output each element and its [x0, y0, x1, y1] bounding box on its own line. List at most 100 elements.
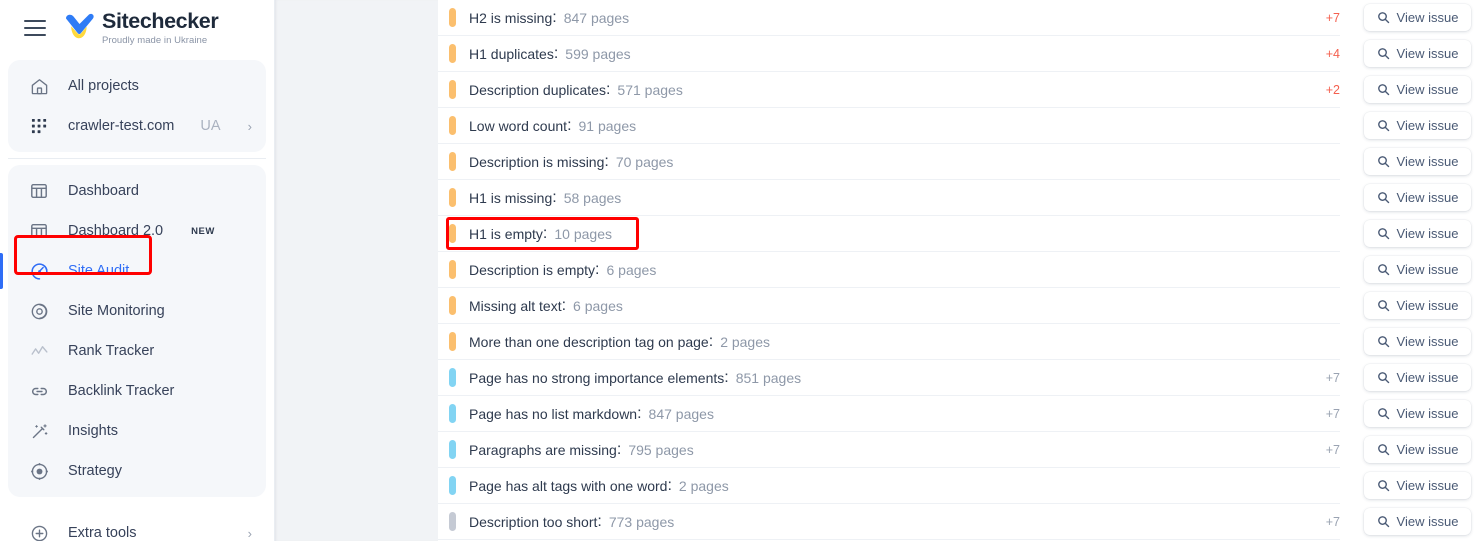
- view-issue-button[interactable]: View issue: [1363, 328, 1472, 355]
- magnifier-icon: [1377, 120, 1389, 132]
- table-row[interactable]: Description duplicates:571 pages +2 View i…: [438, 71, 1477, 108]
- issue-page-count: 2 pages: [678, 477, 729, 494]
- view-issue-cell: View issue: [1358, 287, 1477, 324]
- severity-indicator: [449, 296, 456, 315]
- sidebar-item-backlink-tracker[interactable]: Backlink Tracker: [8, 371, 266, 411]
- issue-title-colon: :: [724, 368, 729, 386]
- table-row[interactable]: Description too short:773 pages +7 View is…: [438, 503, 1477, 540]
- severity-indicator: [449, 332, 456, 351]
- table-row[interactable]: Paragraphs are missing:795 pages +7 View i…: [438, 431, 1477, 468]
- issue-delta-badge: +2: [1325, 82, 1340, 97]
- table-row[interactable]: H1 duplicates:599 pages +4 View issue: [438, 35, 1477, 72]
- hamburger-menu-icon[interactable]: [24, 20, 46, 36]
- new-badge: NEW: [191, 225, 215, 237]
- table-row[interactable]: Page has no strong importance elements:8…: [438, 359, 1477, 396]
- chevron-right-icon[interactable]: ›: [248, 527, 252, 540]
- table-row[interactable]: Description is empty:6 pages View issue: [438, 251, 1477, 288]
- magnifier-icon: [1377, 336, 1389, 348]
- view-issue-cell: View issue: [1358, 467, 1477, 504]
- view-issue-button[interactable]: View issue: [1363, 220, 1472, 247]
- view-issue-button[interactable]: View issue: [1363, 472, 1472, 499]
- sidebar-item-dashboard[interactable]: Dashboard: [8, 171, 266, 211]
- view-issue-button[interactable]: View issue: [1363, 256, 1472, 283]
- issue-title: Page has no strong importance elements: [469, 369, 725, 386]
- sidebar-item-label: Site Monitoring: [68, 303, 165, 319]
- chevron-right-icon[interactable]: ›: [248, 120, 252, 133]
- issues-list: H2 is missing:847 pages +7 View issue H1 du…: [438, 0, 1477, 540]
- table-row[interactable]: Page has alt tags with one word:2 pages V…: [438, 467, 1477, 504]
- issue-title: Page has alt tags with one word: [469, 477, 668, 494]
- view-issue-cell: View issue: [1358, 431, 1477, 468]
- main-content: H2 is missing:847 pages +7 View issue H1 du…: [438, 0, 1477, 541]
- view-issue-cell: View issue: [1358, 215, 1477, 252]
- sidebar-item-site-audit[interactable]: Site Audit: [0, 251, 266, 291]
- view-issue-label: View issue: [1396, 226, 1459, 241]
- issue-delta-badge: +7: [1325, 514, 1340, 529]
- severity-indicator: [449, 368, 456, 387]
- magnifier-icon: [1377, 372, 1389, 384]
- severity-indicator: [449, 8, 456, 27]
- table-row[interactable]: H1 is empty:10 pages View issue: [438, 215, 1477, 252]
- table-row[interactable]: H1 is missing:58 pages View issue: [438, 179, 1477, 216]
- view-issue-button[interactable]: View issue: [1363, 112, 1472, 139]
- issue-title-colon: :: [616, 440, 622, 458]
- sidebar-item-label: Backlink Tracker: [68, 383, 175, 399]
- issue-page-count: 847 pages: [648, 405, 714, 422]
- sidebar-item-site-monitoring[interactable]: Site Monitoring: [8, 291, 266, 331]
- table-row[interactable]: Page has no list markdown:847 pages +7 Vie…: [438, 395, 1477, 432]
- view-issue-cell: View issue: [1358, 71, 1477, 108]
- sidebar-item-insights[interactable]: Insights: [8, 411, 266, 451]
- brand-logo[interactable]: Sitechecker Proudly made in Ukraine: [64, 10, 219, 46]
- issue-page-count: 91 pages: [578, 117, 637, 134]
- view-issue-cell: View issue: [1358, 35, 1477, 72]
- table-row[interactable]: Description is missing:70 pages View issu…: [438, 143, 1477, 180]
- sidebar-item-label: Insights: [68, 423, 118, 439]
- table-row[interactable]: H2 is missing:847 pages +7 View issue: [438, 0, 1477, 36]
- issue-page-count: 6 pages: [573, 297, 623, 314]
- issue-delta-badge: +7: [1325, 10, 1340, 25]
- magnifier-icon: [1377, 300, 1389, 312]
- view-issue-button[interactable]: View issue: [1363, 400, 1472, 427]
- sidebar-item-label: Rank Tracker: [68, 343, 155, 359]
- table-row[interactable]: Low word count:91 pages View issue: [438, 107, 1477, 144]
- view-issue-button[interactable]: View issue: [1363, 364, 1472, 391]
- view-issue-button[interactable]: View issue: [1363, 436, 1472, 463]
- issue-page-count: 773 pages: [608, 513, 675, 530]
- sidebar-item-label: Strategy: [68, 463, 122, 479]
- sidebar-item-dashboard-2[interactable]: Dashboard 2.0 NEW: [8, 211, 266, 251]
- sidebar-item-rank-tracker[interactable]: Rank Tracker: [8, 331, 266, 371]
- view-issue-button[interactable]: View issue: [1363, 184, 1472, 211]
- issue-page-count: 70 pages: [615, 153, 674, 170]
- view-issue-label: View issue: [1396, 298, 1459, 313]
- sidebar-header: Sitechecker Proudly made in Ukraine: [0, 0, 274, 56]
- sidebar-item-all-projects[interactable]: All projects: [8, 66, 266, 106]
- issue-page-count: 2 pages: [720, 333, 771, 350]
- view-issue-label: View issue: [1396, 82, 1459, 97]
- issue-title: More than one description tag on page: [469, 333, 709, 350]
- issue-title-colon: :: [552, 8, 557, 26]
- issue-title: Missing alt text: [469, 297, 562, 314]
- issue-title-colon: :: [604, 152, 609, 170]
- dashboard-icon: [28, 180, 50, 202]
- view-issue-button[interactable]: View issue: [1363, 148, 1472, 175]
- sidebar-item-strategy[interactable]: Strategy: [8, 451, 266, 491]
- view-issue-button[interactable]: View issue: [1363, 76, 1472, 103]
- issue-title-colon: :: [637, 404, 642, 422]
- sidebar-item-extra-tools[interactable]: Extra tools ›: [8, 513, 266, 541]
- view-issue-button[interactable]: View issue: [1363, 508, 1472, 535]
- sidebar-item-crawler-test[interactable]: crawler-test.com UA ›: [8, 106, 266, 146]
- magnifier-icon: [1377, 228, 1389, 240]
- view-issue-cell: View issue: [1358, 359, 1477, 396]
- view-issue-button[interactable]: View issue: [1363, 292, 1472, 319]
- table-row[interactable]: Missing alt text:6 pages View issue: [438, 287, 1477, 324]
- view-issue-button[interactable]: View issue: [1363, 40, 1472, 67]
- view-issue-label: View issue: [1396, 406, 1459, 421]
- brand-tagline: Proudly made in Ukraine: [102, 34, 208, 46]
- view-issue-label: View issue: [1396, 154, 1459, 169]
- magnifier-icon: [1377, 516, 1389, 528]
- sidebar-main-group: Dashboard Dashboard 2.0 NEW Site Audit S…: [0, 165, 266, 497]
- issue-title-colon: :: [597, 512, 602, 530]
- table-row[interactable]: More than one description tag on page:2 …: [438, 323, 1477, 360]
- view-issue-button[interactable]: View issue: [1363, 4, 1472, 31]
- issue-delta-badge: +4: [1325, 46, 1340, 61]
